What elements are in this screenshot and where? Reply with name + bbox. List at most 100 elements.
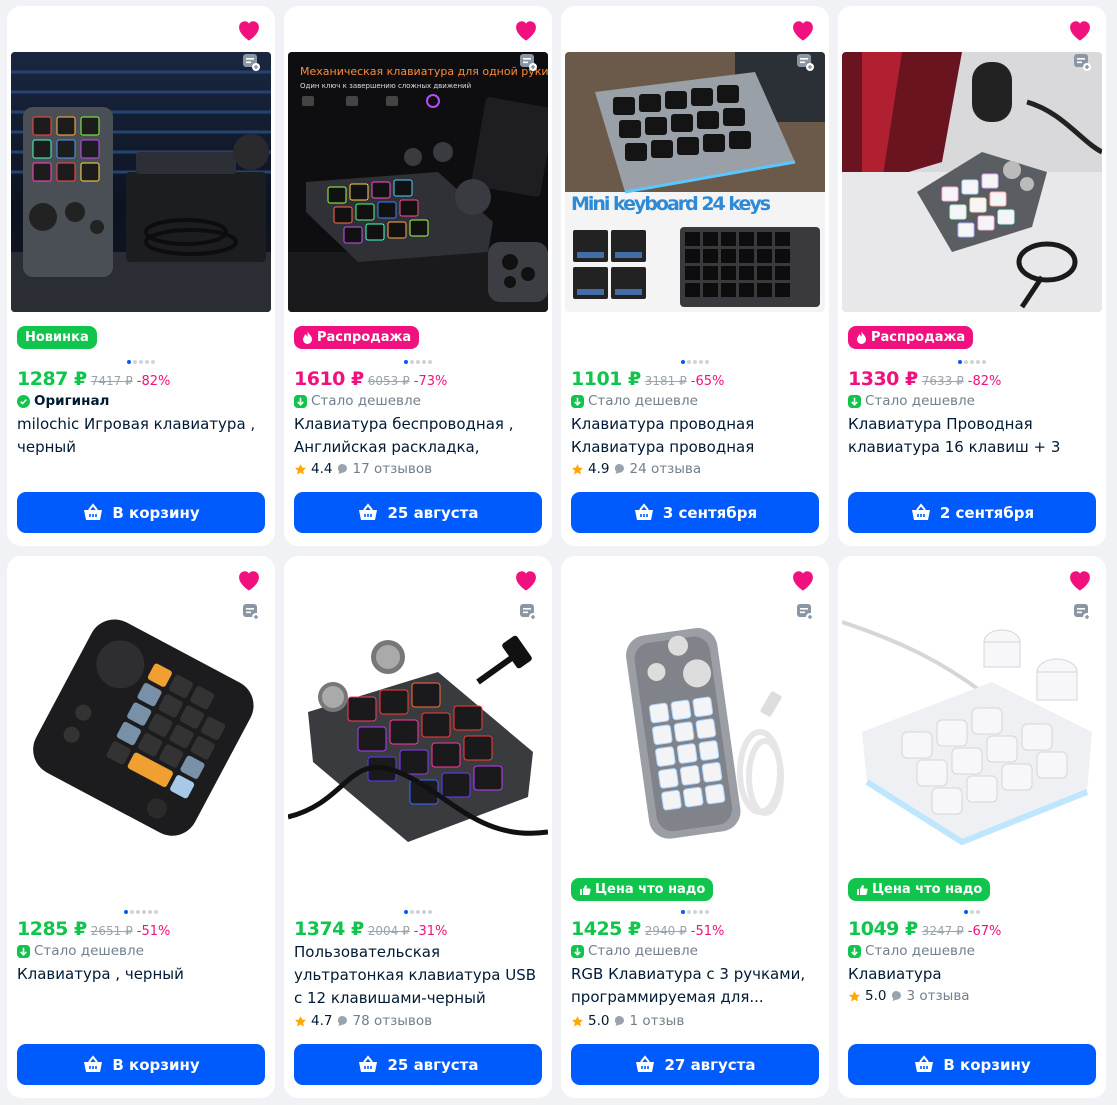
add-to-cart-button[interactable]: В корзину (848, 1044, 1096, 1085)
basket-icon (357, 1054, 379, 1075)
image-pager-dots[interactable] (952, 910, 992, 914)
compare-icon[interactable] (241, 52, 261, 72)
image-pager-dots[interactable] (121, 910, 161, 914)
compare-icon[interactable] (1072, 602, 1092, 622)
image-pager-dots[interactable] (675, 910, 715, 914)
star-icon (294, 463, 307, 476)
heart-icon[interactable] (1066, 566, 1094, 594)
image-pager-dots[interactable] (952, 360, 992, 364)
heart-icon[interactable] (512, 16, 540, 44)
product-card[interactable]: 1285 ₽ 2651 ₽ -51% Стало дешевле Клавиат… (7, 556, 275, 1098)
arrow-down-icon (571, 944, 584, 958)
comment-icon (336, 463, 348, 475)
heart-icon[interactable] (789, 566, 817, 594)
basket-icon (913, 1054, 935, 1075)
product-image[interactable] (288, 602, 548, 862)
compare-icon[interactable] (518, 52, 538, 72)
old-price: 7417 ₽ (90, 374, 133, 388)
price-block: 1287 ₽ 7417 ₽ -82% (17, 368, 170, 390)
discount: -67% (967, 924, 1002, 939)
product-title[interactable]: Клавиатура проводная Клавиатура проводна… (571, 413, 821, 459)
arrow-down-icon (17, 944, 30, 958)
product-image[interactable] (11, 602, 271, 862)
product-title[interactable]: Клавиатура Проводная клавиатура 16 клави… (848, 413, 1098, 459)
compare-icon[interactable] (1072, 52, 1092, 72)
heart-icon[interactable] (235, 16, 263, 44)
product-card[interactable]: Цена что надо 1049 ₽ 3247 ₽ -67% Стало д… (838, 556, 1106, 1098)
product-title[interactable]: Клавиатура беспроводная , Английская рас… (294, 413, 544, 459)
discount: -82% (967, 374, 1002, 389)
delivery-date-button[interactable]: 2 сентября (848, 492, 1096, 533)
product-image[interactable]: Механическая клавиатура для одной руки О… (288, 52, 548, 312)
comment-icon (890, 990, 902, 1002)
rating: 4.9 24 отзыва (571, 461, 701, 477)
rating: 4.4 17 отзывов (294, 461, 432, 477)
product-title[interactable]: RGB Клавиатура с 3 ручками, программируе… (571, 963, 821, 1009)
rating: 5.0 1 отзыв (571, 1013, 684, 1029)
current-price: 1610 ₽ (294, 368, 364, 390)
discount: -82% (136, 374, 171, 389)
delivery-date-button[interactable]: 3 сентября (571, 492, 819, 533)
heart-icon[interactable] (512, 566, 540, 594)
delivery-date-button[interactable]: 25 августа (294, 1044, 542, 1085)
compare-icon[interactable] (795, 602, 815, 622)
compare-icon[interactable] (795, 52, 815, 72)
compare-icon[interactable] (518, 602, 538, 622)
product-title[interactable]: Клавиатура , черный (17, 963, 267, 986)
basket-icon (357, 502, 379, 523)
product-card[interactable]: Цена что надо 1425 ₽ 2940 ₽ -51% Стало д… (561, 556, 829, 1098)
product-card[interactable]: Mini keyboard 24 keys 1101 ₽ 3181 ₽ -65%… (561, 6, 829, 546)
old-price: 3247 ₽ (921, 924, 964, 938)
product-image[interactable] (842, 52, 1102, 312)
discount: -31% (413, 924, 448, 939)
arrow-down-icon (571, 394, 584, 408)
product-card[interactable]: Механическая клавиатура для одной руки О… (284, 6, 552, 546)
product-image[interactable]: Mini keyboard 24 keys (565, 52, 825, 312)
delivery-date-button[interactable]: 27 августа (571, 1044, 819, 1085)
product-title[interactable]: milochic Игровая клавиатура , черный (17, 413, 267, 459)
original-tag: Оригинал (17, 393, 109, 409)
comment-icon (613, 1015, 625, 1027)
old-price: 6053 ₽ (367, 374, 410, 388)
heart-icon[interactable] (235, 566, 263, 594)
discount: -51% (136, 924, 171, 939)
image-pager-dots[interactable] (398, 910, 438, 914)
basket-icon (82, 502, 104, 523)
rating: 5.0 3 отзыва (848, 988, 970, 1004)
product-title[interactable]: Клавиатура (848, 963, 1098, 986)
image-pager-dots[interactable] (121, 360, 161, 364)
old-price: 3181 ₽ (644, 374, 687, 388)
fire-icon (856, 331, 867, 344)
product-card[interactable]: 1374 ₽ 2004 ₽ -31% Пользовательская ульт… (284, 556, 552, 1098)
image-caption: Mini keyboard 24 keys (571, 193, 771, 215)
product-card[interactable]: Новинка 1287 ₽ 7417 ₽ -82% Оригинал milo… (7, 6, 275, 546)
compare-icon[interactable] (241, 602, 261, 622)
thumbs-up-icon (579, 884, 591, 896)
price-block: 1285 ₽ 2651 ₽ -51% (17, 918, 170, 940)
price-dropped-tag: Стало дешевле (294, 393, 421, 409)
product-card[interactable]: Распродажа 1330 ₽ 7633 ₽ -82% Стало деше… (838, 6, 1106, 546)
heart-icon[interactable] (789, 16, 817, 44)
add-to-cart-button[interactable]: В корзину (17, 1044, 265, 1085)
product-title[interactable]: Пользовательская ультратонкая клавиатура… (294, 941, 544, 1010)
arrow-down-icon (848, 944, 861, 958)
heart-icon[interactable] (1066, 16, 1094, 44)
price-dropped-tag: Стало дешевле (848, 943, 975, 959)
rating: 4.7 78 отзывов (294, 1013, 432, 1029)
product-badge: Цена что надо (848, 878, 991, 901)
star-icon (294, 1015, 307, 1028)
product-image[interactable] (565, 602, 825, 862)
product-image[interactable] (842, 602, 1102, 862)
price-block: 1330 ₽ 7633 ₽ -82% (848, 368, 1001, 390)
current-price: 1287 ₽ (17, 368, 87, 390)
star-icon (571, 1015, 584, 1028)
old-price: 7633 ₽ (921, 374, 964, 388)
image-pager-dots[interactable] (675, 360, 715, 364)
old-price: 2651 ₽ (90, 924, 133, 938)
image-pager-dots[interactable] (398, 360, 438, 364)
delivery-date-button[interactable]: 25 августа (294, 492, 542, 533)
thumbs-up-icon (856, 884, 868, 896)
price-block: 1610 ₽ 6053 ₽ -73% (294, 368, 447, 390)
product-image[interactable] (11, 52, 271, 312)
add-to-cart-button[interactable]: В корзину (17, 492, 265, 533)
